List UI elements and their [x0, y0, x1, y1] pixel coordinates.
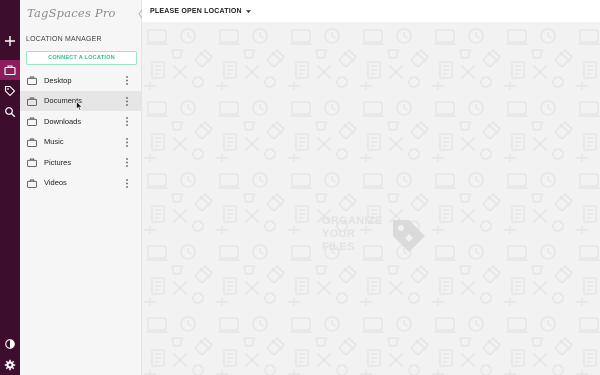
open-location-label: PLEASE OPEN LOCATION: [150, 7, 242, 15]
search-button[interactable]: [0, 102, 20, 122]
location-manager-panel: TagSpaces Pro LOCATION MANAGER CONNECT A…: [20, 0, 152, 375]
location-label: Pictures: [44, 157, 72, 167]
connect-location-button[interactable]: CONNECT A LOCATION: [26, 51, 137, 65]
folder-briefcase-icon: [27, 138, 37, 147]
folder-briefcase-icon: [27, 179, 37, 188]
add-icon: [5, 36, 15, 46]
folder-briefcase-icon: [27, 76, 37, 85]
app-logo: TagSpaces Pro: [27, 6, 116, 20]
doodle-background: ORGANIZE YOUR FILES: [142, 22, 600, 375]
vertical-toolbar: [0, 0, 20, 375]
location-item[interactable]: Pictures: [20, 152, 141, 173]
more-vert-icon[interactable]: [124, 178, 130, 189]
mouse-cursor-icon: [76, 101, 83, 111]
locations-button[interactable]: [0, 60, 20, 80]
settings-icon: [4, 359, 16, 371]
doodle-pattern-icon: [142, 22, 600, 375]
more-vert-icon[interactable]: [124, 96, 130, 107]
theme-icon: [5, 339, 15, 349]
location-item[interactable]: Downloads: [20, 111, 141, 132]
main-area: PLEASE OPEN LOCATION ORGANIZE YOUR FILES: [142, 0, 600, 375]
location-list: Desktop Documents Downloads Music Pictur…: [20, 70, 141, 193]
location-label: Videos: [44, 178, 67, 188]
theme-toggle-button[interactable]: [0, 334, 20, 354]
folder-briefcase-icon: [27, 158, 37, 167]
location-label: Desktop: [44, 75, 72, 85]
location-label: Music: [44, 137, 64, 147]
more-vert-icon[interactable]: [124, 157, 130, 168]
watermark-line: YOUR: [322, 228, 355, 240]
more-vert-icon[interactable]: [124, 75, 130, 86]
folder-briefcase-icon: [27, 117, 37, 126]
search-icon: [5, 107, 16, 118]
settings-button[interactable]: [0, 355, 20, 375]
locations-icon: [4, 65, 16, 76]
tags-icon: [4, 85, 16, 97]
more-vert-icon[interactable]: [124, 116, 130, 127]
watermark-text: ORGANIZE YOUR FILES: [322, 215, 382, 254]
tag-logo-icon: [393, 220, 425, 252]
open-location-dropdown[interactable]: PLEASE OPEN LOCATION: [150, 8, 252, 15]
location-item[interactable]: Desktop: [20, 70, 141, 91]
folder-briefcase-icon: [27, 97, 37, 106]
watermark-line: FILES: [322, 241, 355, 253]
add-button[interactable]: [0, 31, 20, 51]
section-title: LOCATION MANAGER: [26, 36, 102, 43]
tags-button[interactable]: [0, 81, 20, 101]
watermark-line: ORGANIZE: [322, 215, 383, 227]
top-bar: PLEASE OPEN LOCATION: [142, 0, 600, 22]
more-vert-icon[interactable]: [124, 137, 130, 148]
caret-down-icon: [245, 9, 251, 13]
location-item[interactable]: Videos: [20, 173, 141, 194]
location-label: Downloads: [44, 116, 82, 126]
location-item[interactable]: Music: [20, 132, 141, 153]
